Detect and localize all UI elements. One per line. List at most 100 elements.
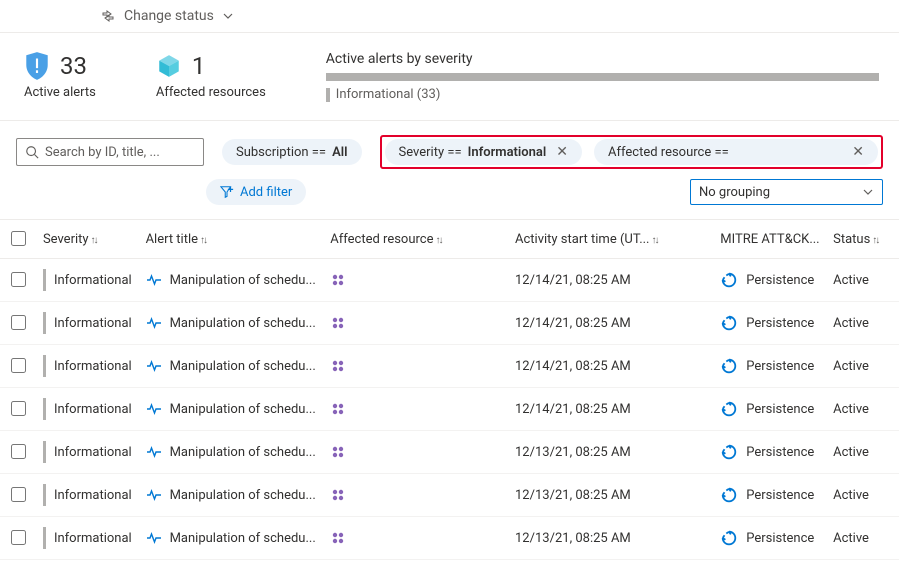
severity-text: Informational: [54, 316, 132, 331]
title-cell[interactable]: Manipulation of schedu...: [140, 302, 325, 345]
resource-cell[interactable]: [324, 474, 509, 517]
severity-indicator: [43, 484, 46, 506]
legend-swatch-informational: [326, 88, 330, 102]
search-placeholder: Search by ID, title, ...: [45, 145, 160, 160]
resource-cell[interactable]: [324, 345, 509, 388]
severity-legend: Informational (33): [326, 87, 879, 102]
row-checkbox-cell: [0, 302, 37, 345]
severity-cell: Informational: [37, 517, 140, 560]
title-cell[interactable]: Manipulation of schedu...: [140, 259, 325, 302]
severity-legend-label: Informational (33): [336, 87, 441, 102]
status-text: Active: [833, 488, 869, 503]
resource-cell[interactable]: [324, 388, 509, 431]
filter-pill-affected-resource[interactable]: Affected resource == ✕: [594, 139, 878, 165]
row-checkbox[interactable]: [11, 272, 26, 287]
resource-cell[interactable]: [324, 259, 509, 302]
column-resource-label: Affected resource: [330, 232, 433, 247]
pulse-icon: [146, 315, 162, 331]
sort-icon: ↑↓: [870, 235, 878, 246]
severity-cell: Informational: [37, 345, 140, 388]
resource-cell[interactable]: [324, 517, 509, 560]
status-text: Active: [833, 359, 869, 374]
highlighted-filters: Severity == Informational ✕ Affected res…: [380, 135, 883, 169]
column-severity-label: Severity: [43, 232, 89, 247]
row-checkbox[interactable]: [11, 487, 26, 502]
mitre-cell: Persistence: [714, 259, 827, 302]
row-checkbox[interactable]: [11, 315, 26, 330]
severity-cell: Informational: [37, 259, 140, 302]
title-cell[interactable]: Manipulation of schedu...: [140, 474, 325, 517]
resource-cell[interactable]: [324, 302, 509, 345]
title-cell[interactable]: Manipulation of schedu...: [140, 345, 325, 388]
table-row[interactable]: Informational Manipulation of schedu... 12…: [0, 431, 899, 474]
active-alerts-count: 33: [60, 52, 87, 80]
mitre-text: Persistence: [746, 273, 814, 288]
active-alerts-block: 33 Active alerts: [24, 51, 96, 100]
row-checkbox[interactable]: [11, 530, 26, 545]
resource-group-icon: [330, 315, 346, 331]
table-row[interactable]: InformationalManipulation of schedu... 12…: [0, 345, 899, 388]
close-icon[interactable]: ✕: [848, 145, 864, 159]
row-checkbox[interactable]: [11, 444, 26, 459]
active-alerts-label: Active alerts: [24, 85, 96, 100]
column-header-mitre[interactable]: MITRE ATT&CK...: [714, 220, 827, 259]
search-input[interactable]: Search by ID, title, ...: [16, 138, 204, 166]
title-cell[interactable]: Manipulation of schedu...: [140, 388, 325, 431]
alert-title-text: Manipulation of schedu...: [170, 445, 316, 460]
sort-icon: ↑↓: [434, 235, 442, 246]
filter-subscription-prefix: Subscription ==: [236, 145, 326, 160]
mitre-text: Persistence: [746, 488, 814, 503]
column-header-start-time[interactable]: Activity start time (UT...↑↓: [509, 220, 714, 259]
pulse-icon: [146, 401, 162, 417]
start-time-cell: 12/14/21, 08:25 AM: [509, 345, 714, 388]
severity-text: Informational: [54, 488, 132, 503]
filter-row: Search by ID, title, ... Subscription ==…: [0, 121, 899, 169]
mitre-cell: Persistence: [714, 474, 827, 517]
shield-alert-icon: [24, 51, 50, 81]
row-checkbox-cell: [0, 345, 37, 388]
table-row[interactable]: InformationalManipulation of schedu...12…: [0, 302, 899, 345]
sort-icon: ↑↓: [89, 235, 97, 246]
column-header-status[interactable]: Status↑↓: [827, 220, 899, 259]
filter-pill-subscription[interactable]: Subscription == All: [222, 139, 362, 165]
filter-severity-prefix: Severity ==: [399, 145, 462, 160]
resource-cell[interactable]: [324, 431, 509, 474]
severity-chart: Active alerts by severity Informational …: [326, 51, 879, 102]
persistence-icon: [720, 400, 738, 418]
start-time-text: 12/14/21, 08:25 AM: [515, 402, 631, 417]
row-checkbox[interactable]: [11, 358, 26, 373]
change-status-button[interactable]: Change status: [124, 8, 214, 24]
table-header-row: Severity↑↓ Alert title↑↓ Affected resour…: [0, 220, 899, 259]
title-cell[interactable]: Manipulation of schedu...: [140, 431, 325, 474]
status-cell: Active: [827, 345, 899, 388]
table-row[interactable]: Informational Manipulation of schedu... 12…: [0, 474, 899, 517]
select-all-checkbox[interactable]: [11, 231, 26, 246]
filter-affected-resource-prefix: Affected resource ==: [608, 145, 729, 160]
add-filter-button[interactable]: Add filter: [206, 179, 306, 205]
row-checkbox-cell: [0, 388, 37, 431]
start-time-text: 12/13/21, 08:25 AM: [515, 488, 631, 503]
column-header-severity[interactable]: Severity↑↓: [37, 220, 140, 259]
chevron-down-icon[interactable]: [222, 10, 234, 22]
start-time-text: 12/13/21, 08:25 AM: [515, 531, 631, 546]
resource-group-icon: [330, 530, 346, 546]
affected-resources-block: 1 Affected resources: [156, 51, 266, 100]
start-time-cell: 12/13/21, 08:25 AM: [509, 431, 714, 474]
title-cell[interactable]: Manipulation of schedu...: [140, 517, 325, 560]
grouping-dropdown[interactable]: No grouping: [690, 179, 883, 205]
row-checkbox[interactable]: [11, 401, 26, 416]
column-header-title[interactable]: Alert title↑↓: [140, 220, 325, 259]
severity-bar: [326, 73, 879, 81]
table-row[interactable]: InformationalManipulation of schedu... 12…: [0, 517, 899, 560]
severity-cell: Informational: [37, 431, 140, 474]
column-header-resource[interactable]: Affected resource↑↓: [324, 220, 509, 259]
column-status-label: Status: [833, 232, 870, 247]
filter-pill-severity[interactable]: Severity == Informational ✕: [385, 139, 583, 165]
table-row[interactable]: InformationalManipulation of schedu...12…: [0, 388, 899, 431]
close-icon[interactable]: ✕: [552, 145, 568, 159]
table-row[interactable]: InformationalManipulation of schedu...12…: [0, 259, 899, 302]
status-text: Active: [833, 402, 869, 417]
severity-text: Informational: [54, 445, 132, 460]
grouping-value: No grouping: [699, 185, 770, 200]
status-text: Active: [833, 273, 869, 288]
